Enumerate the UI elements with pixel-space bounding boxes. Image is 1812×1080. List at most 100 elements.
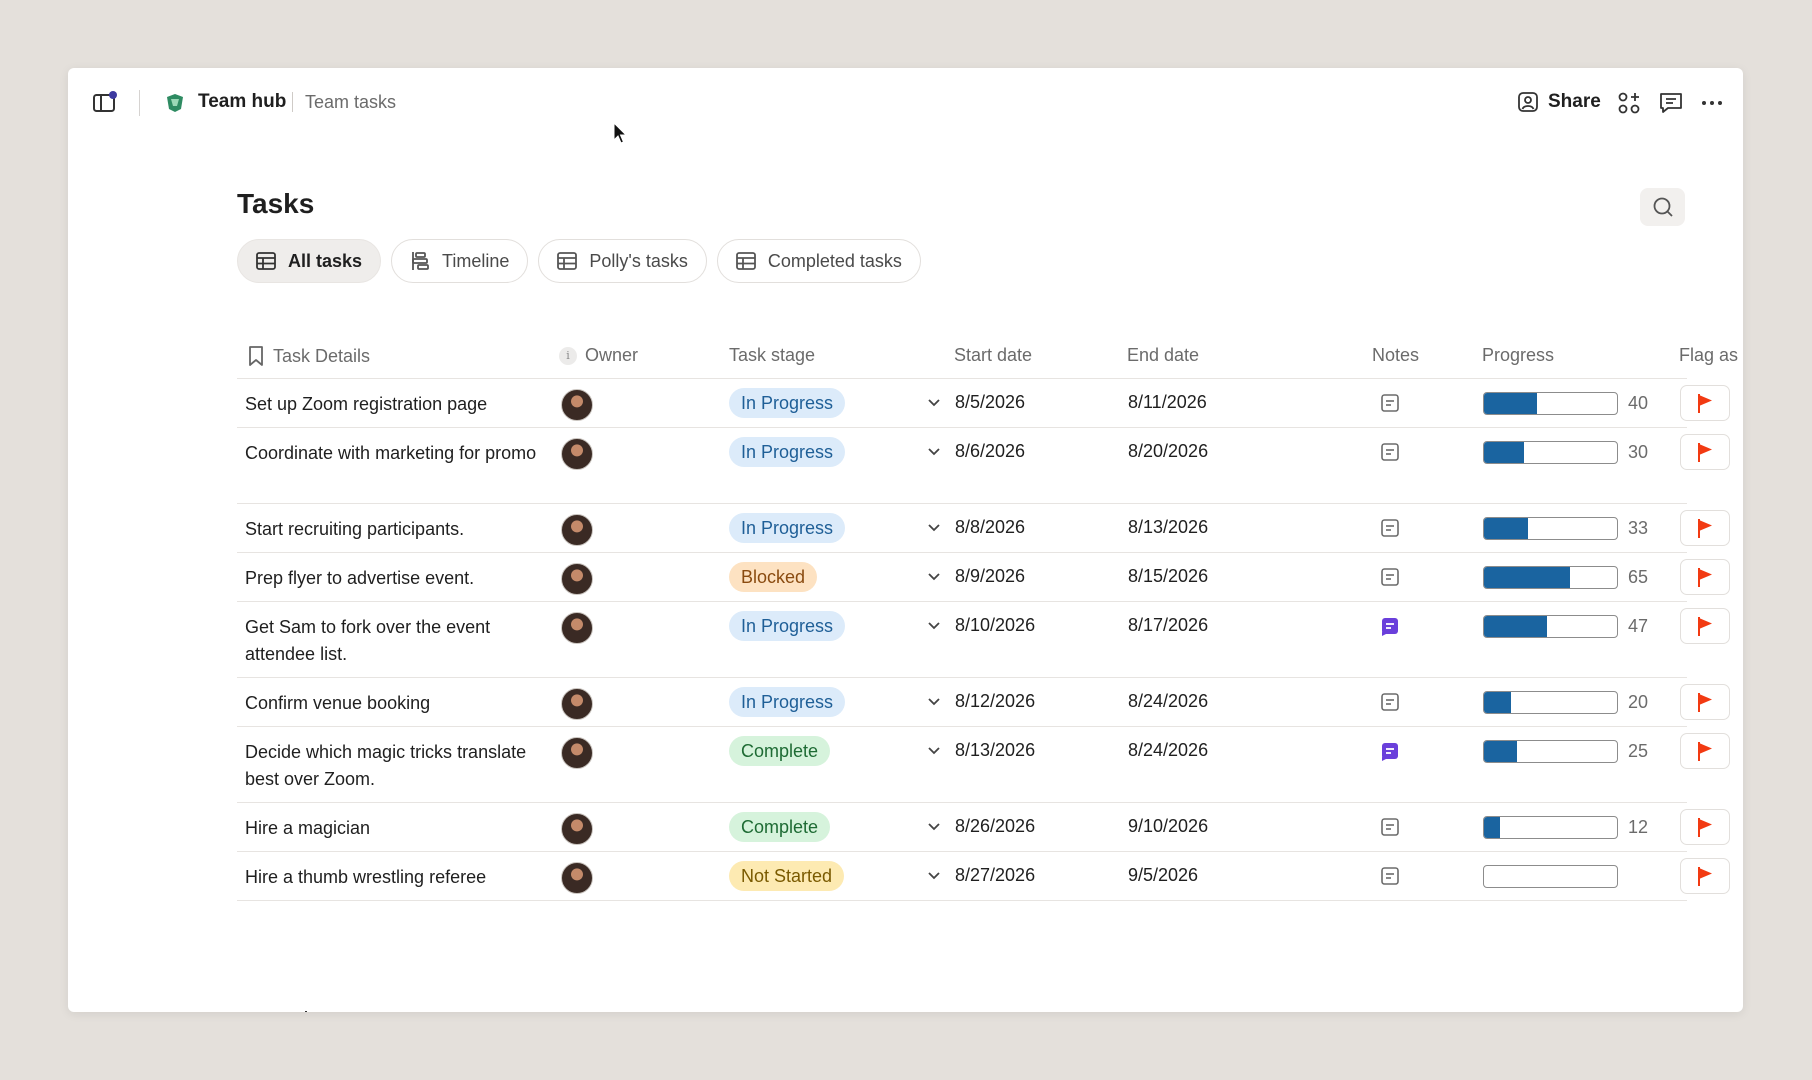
- tab-timeline[interactable]: Timeline: [391, 239, 529, 283]
- chevron-down-icon[interactable]: [927, 520, 941, 534]
- tab-all-tasks[interactable]: All tasks: [237, 239, 382, 283]
- column-header-owner[interactable]: i Owner: [559, 345, 638, 366]
- stage-badge[interactable]: In Progress: [729, 611, 846, 641]
- start-date[interactable]: 8/27/2026: [955, 865, 1035, 886]
- chevron-down-icon[interactable]: [927, 743, 941, 757]
- note-icon[interactable]: [1379, 691, 1401, 713]
- end-date[interactable]: 8/24/2026: [1128, 740, 1208, 761]
- flag-button[interactable]: [1680, 608, 1730, 644]
- stage-badge[interactable]: In Progress: [729, 437, 846, 467]
- note-icon[interactable]: [1379, 392, 1401, 414]
- task-name[interactable]: Prep flyer to advertise event.: [245, 565, 545, 592]
- note-icon[interactable]: [1379, 615, 1401, 637]
- flag-button[interactable]: [1680, 434, 1730, 470]
- table-row[interactable]: Confirm venue booking In Progress 8/12/2…: [237, 678, 1730, 727]
- chevron-down-icon[interactable]: [927, 868, 941, 882]
- column-header-stage[interactable]: Task stage: [729, 345, 815, 366]
- breadcrumb-page[interactable]: Team tasks: [305, 92, 396, 113]
- search-button[interactable]: [1640, 188, 1685, 226]
- stage-badge[interactable]: In Progress: [729, 687, 846, 717]
- tab-pollys-tasks[interactable]: Polly's tasks: [538, 239, 707, 283]
- chevron-down-icon[interactable]: [927, 694, 941, 708]
- table-row[interactable]: Decide which magic tricks translate best…: [237, 727, 1730, 803]
- start-date[interactable]: 8/10/2026: [955, 615, 1035, 636]
- start-date[interactable]: 8/6/2026: [955, 441, 1025, 462]
- start-date[interactable]: 8/26/2026: [955, 816, 1035, 837]
- column-header-flag[interactable]: Flag as at: [1679, 345, 1743, 366]
- column-header-start[interactable]: Start date: [954, 345, 1032, 366]
- stage-badge[interactable]: Not Started: [729, 861, 845, 891]
- task-name[interactable]: Get Sam to fork over the event attendee …: [245, 614, 545, 668]
- add-widget-icon[interactable]: [1616, 90, 1642, 116]
- stage-badge[interactable]: In Progress: [729, 513, 846, 543]
- end-date[interactable]: 8/15/2026: [1128, 566, 1208, 587]
- flag-button[interactable]: [1680, 385, 1730, 421]
- end-date[interactable]: 8/17/2026: [1128, 615, 1208, 636]
- flag-button[interactable]: [1680, 809, 1730, 845]
- flag-button[interactable]: [1680, 733, 1730, 769]
- avatar[interactable]: [561, 813, 593, 845]
- avatar[interactable]: [561, 688, 593, 720]
- avatar[interactable]: [561, 612, 593, 644]
- avatar[interactable]: [561, 438, 593, 470]
- chevron-down-icon[interactable]: [927, 569, 941, 583]
- note-icon[interactable]: [1379, 441, 1401, 463]
- column-header-progress[interactable]: Progress: [1482, 345, 1554, 366]
- end-date[interactable]: 8/20/2026: [1128, 441, 1208, 462]
- task-name[interactable]: Decide which magic tricks translate best…: [245, 739, 545, 793]
- comments-icon[interactable]: [1658, 90, 1684, 116]
- table-row[interactable]: Get Sam to fork over the event attendee …: [237, 602, 1730, 678]
- end-date[interactable]: 8/11/2026: [1128, 392, 1207, 413]
- table-row[interactable]: Coordinate with marketing for promo In P…: [237, 428, 1730, 504]
- task-name[interactable]: Confirm venue booking: [245, 690, 545, 717]
- start-date[interactable]: 8/9/2026: [955, 566, 1025, 587]
- task-name[interactable]: Set up Zoom registration page: [245, 391, 545, 418]
- table-row[interactable]: Set up Zoom registration page In Progres…: [237, 379, 1730, 428]
- avatar[interactable]: [561, 514, 593, 546]
- start-date[interactable]: 8/5/2026: [955, 392, 1025, 413]
- flag-button[interactable]: [1680, 510, 1730, 546]
- end-date[interactable]: 9/5/2026: [1128, 865, 1198, 886]
- flag-button[interactable]: [1680, 559, 1730, 595]
- note-icon[interactable]: [1379, 740, 1401, 762]
- end-date[interactable]: 8/24/2026: [1128, 691, 1208, 712]
- chevron-down-icon[interactable]: [927, 395, 941, 409]
- table-row[interactable]: Start recruiting participants. In Progre…: [237, 504, 1730, 553]
- column-header-task[interactable]: Task Details: [247, 345, 370, 367]
- share-button[interactable]: Share: [1516, 86, 1601, 118]
- column-header-end[interactable]: End date: [1127, 345, 1199, 366]
- table-row[interactable]: Prep flyer to advertise event. Blocked 8…: [237, 553, 1730, 602]
- avatar[interactable]: [561, 389, 593, 421]
- end-date[interactable]: 8/13/2026: [1128, 517, 1208, 538]
- note-icon[interactable]: [1379, 566, 1401, 588]
- avatar[interactable]: [561, 737, 593, 769]
- chevron-down-icon[interactable]: [927, 618, 941, 632]
- start-date[interactable]: 8/13/2026: [955, 740, 1035, 761]
- task-name[interactable]: Coordinate with marketing for promo: [245, 440, 545, 467]
- avatar[interactable]: [561, 563, 593, 595]
- note-icon[interactable]: [1379, 816, 1401, 838]
- table-row[interactable]: Hire a magician Complete 8/26/2026 9/10/…: [237, 803, 1730, 852]
- start-date[interactable]: 8/12/2026: [955, 691, 1035, 712]
- column-header-notes[interactable]: Notes: [1372, 345, 1419, 366]
- avatar[interactable]: [561, 862, 593, 894]
- more-options-icon[interactable]: [1699, 90, 1725, 116]
- breadcrumb-hub[interactable]: Team hub: [198, 91, 286, 113]
- stage-badge[interactable]: Complete: [729, 812, 831, 842]
- task-name[interactable]: Start recruiting participants.: [245, 516, 545, 543]
- note-icon[interactable]: [1379, 865, 1401, 887]
- stage-badge[interactable]: Complete: [729, 736, 831, 766]
- flag-button[interactable]: [1680, 858, 1730, 894]
- sidebar-toggle-icon[interactable]: [92, 90, 118, 114]
- end-date[interactable]: 9/10/2026: [1128, 816, 1208, 837]
- table-row[interactable]: Hire a thumb wrestling referee Not Start…: [237, 852, 1730, 901]
- start-date[interactable]: 8/8/2026: [955, 517, 1025, 538]
- flag-button[interactable]: [1680, 684, 1730, 720]
- stage-badge[interactable]: In Progress: [729, 388, 846, 418]
- task-name[interactable]: Hire a magician: [245, 815, 545, 842]
- task-name[interactable]: Hire a thumb wrestling referee: [245, 864, 545, 891]
- chevron-down-icon[interactable]: [927, 819, 941, 833]
- note-icon[interactable]: [1379, 517, 1401, 539]
- chevron-down-icon[interactable]: [927, 444, 941, 458]
- stage-badge[interactable]: Blocked: [729, 562, 818, 592]
